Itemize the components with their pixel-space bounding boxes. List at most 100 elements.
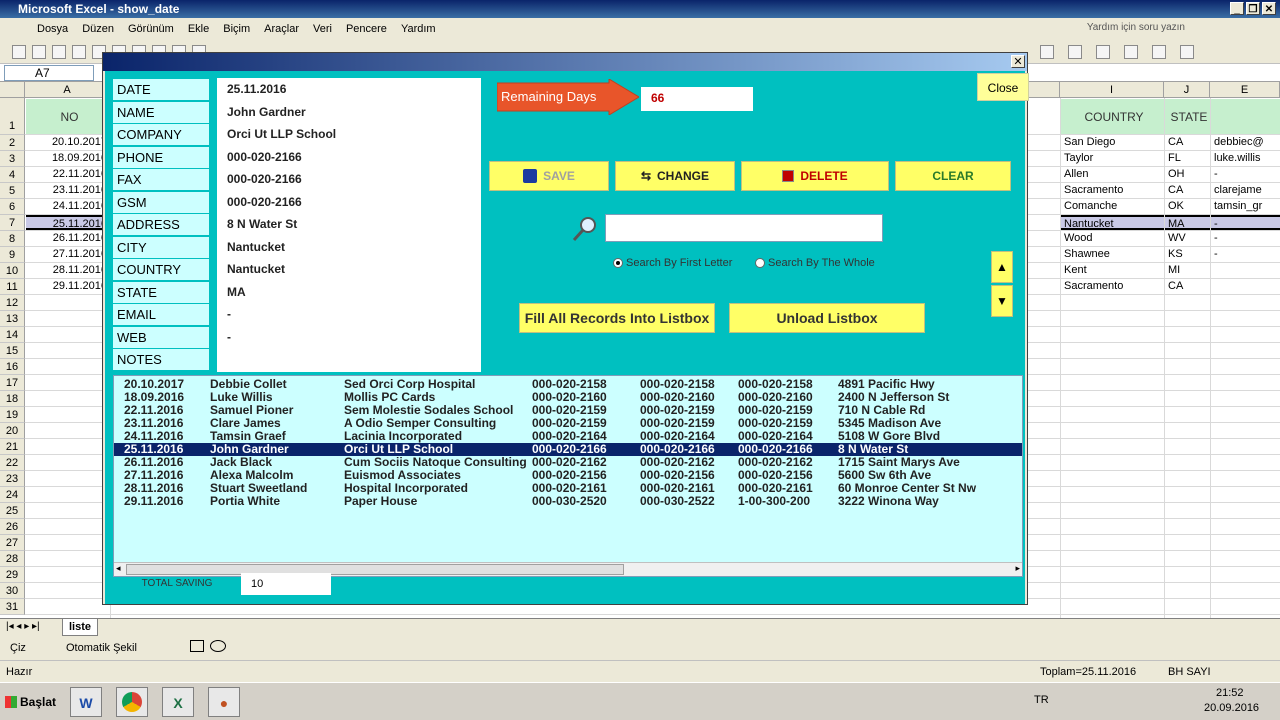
listbox-row[interactable]: 25.11.2016 John Gardner Orci Ut LLP School… [114, 443, 1022, 456]
sheet-cell[interactable]: Shawnee [1061, 247, 1164, 262]
sheet-cell[interactable]: OK [1165, 199, 1210, 214]
row-header[interactable]: 6 [0, 199, 25, 215]
excel-taskbar-icon[interactable]: X [162, 687, 194, 717]
field-value-input[interactable]: Nantucket [227, 237, 477, 258]
row-header[interactable]: 3 [0, 151, 25, 167]
sheet-cell[interactable]: - [1211, 231, 1280, 246]
row-header[interactable]: 4 [0, 167, 25, 183]
sheet-cell[interactable]: Sacramento [1061, 183, 1164, 198]
listbox-row[interactable]: 26.11.2016 Jack Black Cum Sociis Natoque C… [114, 456, 1022, 469]
sheet-cell[interactable]: 23.11.2016 [26, 183, 110, 198]
sheet-cell[interactable]: 18.09.2016 [26, 151, 110, 166]
row-header[interactable]: 15 [0, 343, 25, 359]
header-email[interactable] [1211, 99, 1280, 135]
sheet-cell[interactable]: 24.11.2016 [26, 199, 110, 214]
field-value-input[interactable]: Nantucket [227, 259, 477, 280]
field-value-input[interactable] [227, 349, 477, 370]
sheet-cell[interactable]: CA [1165, 183, 1210, 198]
row-header[interactable]: 20 [0, 423, 25, 439]
sheet-cell[interactable]: WV [1165, 231, 1210, 246]
radio-whole-dot[interactable] [755, 258, 765, 268]
format-toolbar-button-icon[interactable] [1068, 45, 1082, 59]
select-all-corner[interactable] [0, 82, 25, 98]
row-header[interactable]: 25 [0, 503, 25, 519]
listbox-row[interactable]: 18.09.2016 Luke Willis Mollis PC Cards 000-… [114, 391, 1022, 404]
sheet-cell[interactable]: 29.11.2016 [26, 279, 110, 294]
row-header[interactable]: 27 [0, 535, 25, 551]
format-toolbar-button-icon[interactable] [1152, 45, 1166, 59]
language-indicator[interactable]: TR [1034, 694, 1049, 706]
scroll-up-button[interactable]: ▲ [991, 251, 1013, 283]
field-value-input[interactable]: John Gardner [227, 102, 477, 123]
sheet-cell[interactable]: - [1211, 167, 1280, 182]
sheet-cell[interactable]: Wood [1061, 231, 1164, 246]
sheet-cell[interactable]: CA [1165, 279, 1210, 294]
row-header[interactable]: 16 [0, 359, 25, 375]
menu-item-2[interactable]: Görünüm [121, 23, 181, 35]
sheet-cell[interactable] [1211, 279, 1280, 294]
sheet-cell[interactable]: 26.11.2016 [26, 231, 110, 246]
row-header[interactable]: 23 [0, 471, 25, 487]
toolbar-button-icon[interactable] [52, 45, 66, 59]
menu-item-6[interactable]: Veri [306, 23, 339, 35]
sheet-cell[interactable]: 27.11.2016 [26, 247, 110, 262]
listbox-row[interactable]: 23.11.2016 Clare James A Odio Semper Consu… [114, 417, 1022, 430]
restore-button[interactable]: ❐ [1246, 2, 1260, 15]
row-header[interactable]: 29 [0, 567, 25, 583]
field-value-input[interactable]: 8 N Water St [227, 214, 477, 235]
field-value-input[interactable]: Orci Ut LLP School [227, 124, 477, 145]
column-header-a[interactable]: A [25, 82, 110, 98]
row-header[interactable]: 18 [0, 391, 25, 407]
field-value-input[interactable]: 000-020-2166 [227, 192, 477, 213]
word-taskbar-icon[interactable]: W [70, 687, 102, 717]
sheet-cell[interactable]: 28.11.2016 [26, 263, 110, 278]
tab-scroll-icons[interactable]: |◂ ◂ ▸ ▸| [6, 621, 40, 632]
format-toolbar-button-icon[interactable] [1180, 45, 1194, 59]
row-header[interactable]: 21 [0, 439, 25, 455]
toolbar-button-icon[interactable] [12, 45, 26, 59]
start-button[interactable]: Başlat [2, 689, 60, 715]
column-header-i[interactable]: I [1060, 82, 1164, 98]
sheet-cell[interactable]: MI [1165, 263, 1210, 278]
row-header[interactable]: 28 [0, 551, 25, 567]
save-button[interactable]: SAVE [489, 161, 609, 191]
help-search-box[interactable]: Yardım için soru yazın [1087, 22, 1185, 33]
sheet-cell[interactable]: CA [1165, 135, 1210, 150]
sheet-cell[interactable]: 22.11.2016 [26, 167, 110, 182]
header-country[interactable]: COUNTRY [1061, 99, 1164, 135]
format-toolbar-button-icon[interactable] [1096, 45, 1110, 59]
row-header[interactable]: 9 [0, 247, 25, 263]
listbox-hscroll-thumb[interactable] [126, 564, 624, 575]
listbox-row[interactable]: 20.10.2017 Debbie Collet Sed Orci Corp Hos… [114, 378, 1022, 391]
row-header[interactable]: 22 [0, 455, 25, 471]
listbox-row[interactable]: 27.11.2016 Alexa Malcolm Euismod Associate… [114, 469, 1022, 482]
row-header[interactable]: 17 [0, 375, 25, 391]
userform-close-x-button[interactable]: ✕ [1011, 55, 1025, 68]
field-value-input[interactable]: 000-020-2166 [227, 147, 477, 168]
header-state[interactable]: STATE [1165, 99, 1210, 135]
row-header[interactable]: 24 [0, 487, 25, 503]
format-toolbar-button-icon[interactable] [1124, 45, 1138, 59]
listbox-row[interactable]: 29.11.2016 Portia White Paper House 000-030… [114, 495, 1022, 508]
row-header[interactable]: 19 [0, 407, 25, 423]
header-no[interactable]: NO [26, 99, 110, 135]
sheet-cell[interactable]: Kent [1061, 263, 1164, 278]
toolbar-button-icon[interactable] [72, 45, 86, 59]
sheet-cell[interactable]: 25.11.2016 [26, 215, 110, 230]
menu-item-8[interactable]: Yardım [394, 23, 443, 35]
records-listbox[interactable]: 29.11.2016 Portia White Paper House 000-030… [113, 375, 1023, 577]
sheet-cell[interactable]: Taylor [1061, 151, 1164, 166]
field-value-input[interactable]: - [227, 327, 477, 348]
close-button[interactable]: Close [977, 73, 1029, 101]
sheet-cell[interactable]: debbiec@ [1211, 135, 1280, 150]
field-value-input[interactable]: - [227, 304, 477, 325]
row-header[interactable]: 7 [0, 215, 25, 231]
row-header[interactable]: 26 [0, 519, 25, 535]
sheet-cell[interactable]: luke.willis [1211, 151, 1280, 166]
clear-button[interactable]: CLEAR [895, 161, 1011, 191]
sheet-cell[interactable]: OH [1165, 167, 1210, 182]
delete-button[interactable]: DELETE [741, 161, 889, 191]
menu-item-5[interactable]: Araçlar [257, 23, 306, 35]
sheet-cell[interactable]: Sacramento [1061, 279, 1164, 294]
menu-item-1[interactable]: Düzen [75, 23, 121, 35]
